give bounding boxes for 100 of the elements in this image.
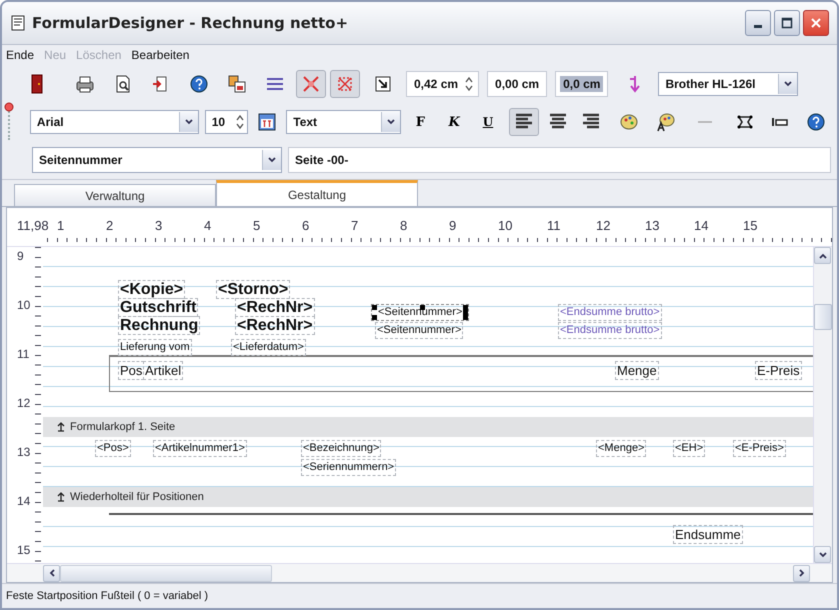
snap-button[interactable] (296, 70, 326, 98)
ruler-number: 5 (253, 218, 260, 233)
ruler-number: 12 (596, 218, 610, 233)
form-field[interactable]: <Pos> (95, 440, 131, 457)
menu-item[interactable]: Bearbeiten (131, 48, 190, 62)
menu-item[interactable]: Ende (6, 48, 34, 62)
underline-button[interactable]: U (473, 109, 503, 135)
ruler-number: 4 (204, 218, 212, 233)
form-field[interactable]: Lieferung vom (118, 339, 192, 356)
tab[interactable]: Verwaltung (14, 184, 216, 206)
band-header[interactable]: Wiederholteil für Positionen (43, 487, 813, 507)
resize-icon (373, 74, 393, 94)
form-field[interactable]: Gutschrift (118, 298, 198, 317)
form-field[interactable]: <EH> (673, 440, 706, 457)
form-field[interactable]: <Lieferdatum> (231, 339, 306, 356)
chevron-down-icon (386, 117, 396, 127)
dropdown-button[interactable] (381, 112, 400, 132)
chevron-down-icon (783, 79, 794, 89)
arrow-up-icon (57, 422, 65, 432)
form-field[interactable]: <Endsumme brutto> (558, 322, 662, 339)
scroll-down-button[interactable] (814, 546, 831, 563)
palette-letter-icon (654, 112, 675, 132)
form-field[interactable]: <E-Preis> (733, 440, 786, 457)
ruler-number: 13 (17, 445, 30, 459)
form-field[interactable]: <Seitennummer> (375, 322, 464, 339)
ruler-number: 9 (17, 249, 24, 263)
field-select[interactable]: Seitennummer (32, 147, 282, 173)
ruler-number: 10 (498, 218, 512, 233)
form-field[interactable]: Pos (118, 361, 144, 380)
measure-field[interactable]: 0,42 cm (406, 71, 480, 97)
style-select[interactable]: Text (286, 110, 402, 134)
band-label: Wiederholteil für Positionen (70, 491, 204, 503)
scroll-thumb[interactable] (60, 564, 272, 582)
maximize-button[interactable] (774, 10, 800, 36)
status-text: Feste Startposition Fußteil ( 0 = variabel ) (6, 590, 208, 602)
grid-button[interactable] (330, 70, 360, 98)
band-header[interactable]: Formularkopf 1. Seite (43, 417, 813, 437)
align-left-button[interactable] (508, 108, 539, 136)
dropdown-button[interactable] (178, 112, 198, 132)
form-field[interactable]: Endsumme (673, 525, 743, 544)
ruler-number: 6 (302, 218, 310, 233)
form-field[interactable]: Rechnung (118, 316, 200, 335)
form-field[interactable]: <Bezeichnung> (301, 440, 382, 457)
bold-button[interactable]: F (405, 109, 436, 135)
dropdown-button[interactable] (778, 74, 798, 94)
tab[interactable]: Gestaltung (216, 180, 418, 206)
scroll-thumb[interactable] (814, 304, 832, 330)
form-field[interactable]: <RechNr> (235, 316, 315, 335)
italic-button[interactable]: K (439, 109, 470, 135)
measure-field[interactable]: 0,0 cm (555, 71, 608, 97)
close-icon (810, 17, 822, 29)
measure-field[interactable]: 0,00 cm (487, 71, 548, 97)
form-field[interactable]: <Storno> (216, 280, 290, 299)
band-label: Formularkopf 1. Seite (70, 421, 176, 433)
form-field[interactable]: <Seitennummer> (371, 304, 470, 321)
form-field[interactable]: <Endsumme brutto> (558, 304, 662, 321)
form-field[interactable]: Menge (615, 361, 659, 380)
form-field[interactable]: <Menge> (596, 440, 646, 457)
form-field[interactable]: <Artikelnummer1> (153, 440, 247, 457)
content-field[interactable]: Seite -00- (288, 147, 831, 173)
scroll-right-button[interactable] (793, 564, 810, 582)
vertical-scrollbar[interactable] (813, 247, 832, 563)
ruler-number: 11,98 (17, 218, 49, 233)
scroll-left-button[interactable] (43, 564, 60, 582)
close-button[interactable] (803, 10, 829, 36)
printer-select[interactable]: Brother HL-126l (658, 72, 798, 96)
font-select[interactable]: Arial (30, 110, 199, 134)
ruler-number: 10 (17, 298, 30, 312)
ruler-number: 3 (155, 218, 162, 233)
spin-arrows-icon[interactable] (464, 75, 474, 93)
form-field[interactable]: E-Preis (755, 361, 802, 380)
arrow-up-icon (57, 492, 65, 502)
form-field[interactable]: Artikel (143, 361, 184, 380)
ruler-number: 14 (17, 494, 30, 508)
ruler-number: 9 (449, 218, 456, 233)
ruler-number: 1 (57, 218, 64, 233)
horizontal-scrollbar[interactable] (7, 563, 832, 582)
form-field[interactable]: <RechNr> (235, 298, 315, 317)
copy-icon (227, 74, 247, 94)
maximize-icon (781, 17, 793, 29)
minimize-button[interactable] (745, 10, 771, 36)
form-field[interactable]: <Kopie> (118, 280, 186, 299)
dropdown-button[interactable] (262, 150, 281, 170)
palette-icon (619, 112, 640, 132)
snap-icon (301, 74, 321, 94)
spin-arrows-icon[interactable] (235, 113, 246, 131)
font-size-field[interactable]: 10 (204, 110, 248, 134)
chevron-down-icon (818, 550, 828, 560)
ruler-number: 14 (694, 218, 708, 233)
ruler-number: 13 (645, 218, 660, 233)
ruler-number: 11 (17, 347, 30, 361)
pin-icon (4, 102, 14, 112)
print-icon (75, 74, 95, 94)
scroll-up-button[interactable] (814, 247, 831, 264)
form-icon (10, 15, 26, 31)
ruler-number: 2 (106, 218, 114, 233)
ruler-number: 15 (743, 218, 758, 233)
help-icon (189, 74, 209, 94)
help-icon (806, 112, 826, 132)
form-field[interactable]: <Seriennummern> (301, 459, 396, 476)
